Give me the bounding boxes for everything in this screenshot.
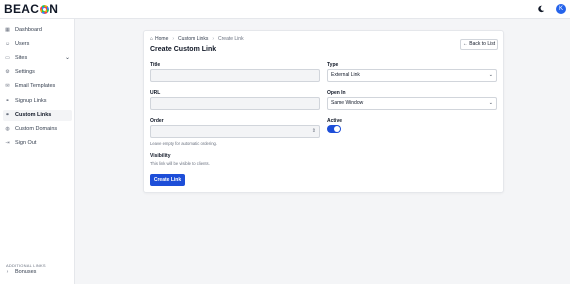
- chevron-down-icon: ⌄: [488, 72, 493, 78]
- brand-logo[interactable]: BEAC N: [4, 2, 58, 16]
- sidebar-item-users[interactable]: ☺ Users: [3, 39, 72, 50]
- sidebar-item-email-templates[interactable]: ✉ Email Templates: [3, 81, 72, 92]
- back-to-list-button[interactable]: ← Back to List: [460, 39, 498, 50]
- brand-logo-o-icon: [39, 5, 49, 14]
- url-input[interactable]: [150, 97, 320, 110]
- breadcrumb-current: Create Link: [218, 36, 244, 42]
- sidebar: ▦ Dashboard ☺ Users ▭ Sites ⌄ ⚙ Settings…: [0, 19, 75, 284]
- url-label: URL: [150, 90, 161, 96]
- toggle-knob: [334, 126, 340, 132]
- sidebar-item-custom-links[interactable]: ⚭ Custom Links: [3, 110, 72, 121]
- top-bar: BEAC N K: [0, 0, 570, 19]
- breadcrumb-parent[interactable]: Custom Links: [178, 36, 208, 42]
- chevron-down-icon[interactable]: ⌄: [65, 53, 70, 64]
- grid-icon: ▦: [5, 27, 10, 33]
- visibility-hint: This link will be visible to clients.: [150, 161, 210, 166]
- sidebar-item-label: Sites: [15, 55, 28, 61]
- link-icon: ⚭: [5, 112, 10, 118]
- active-toggle[interactable]: [327, 125, 341, 133]
- chevron-right-icon: ›: [212, 36, 215, 42]
- create-link-button[interactable]: Create Link: [150, 174, 185, 186]
- sidebar-item-label: Email Templates: [15, 83, 56, 89]
- order-hint: Leave empty for automatic ordering.: [150, 141, 218, 146]
- sidebar-item-label: Custom Domains: [15, 126, 58, 132]
- sidebar-item-label: Users: [15, 41, 30, 47]
- globe-icon: ◍: [5, 126, 10, 132]
- type-label: Type: [327, 62, 339, 68]
- sites-icon: ▭: [5, 55, 10, 61]
- signout-icon: ⇥: [5, 140, 10, 146]
- sidebar-item-label: Bonuses: [15, 269, 37, 275]
- gear-icon: ⚙: [5, 69, 10, 75]
- open-in-label: Open In: [327, 90, 346, 96]
- sidebar-item-settings[interactable]: ⚙ Settings: [3, 67, 72, 78]
- sidebar-item-sites[interactable]: ▭ Sites ⌄: [3, 53, 72, 64]
- user-avatar[interactable]: K: [556, 4, 566, 14]
- active-label: Active: [327, 118, 343, 124]
- title-input[interactable]: [150, 69, 320, 82]
- link-icon: ⚭: [5, 98, 10, 104]
- sidebar-item-dashboard[interactable]: ▦ Dashboard: [3, 25, 72, 36]
- open-in-select[interactable]: Same Window ⌄: [327, 97, 497, 110]
- title-label: Title: [150, 62, 161, 68]
- sidebar-item-signup-links[interactable]: ⚭ Signup Links: [3, 96, 72, 107]
- sidebar-item-label: Settings: [15, 69, 35, 75]
- sidebar-item-label: Dashboard: [15, 27, 42, 33]
- chevron-right-icon: ›: [172, 36, 175, 42]
- sidebar-item-label: Signup Links: [15, 98, 47, 104]
- chevron-down-icon: ⌄: [488, 100, 493, 106]
- moon-icon[interactable]: [537, 5, 545, 13]
- breadcrumb-home[interactable]: Home: [155, 36, 168, 42]
- chevron-right-icon: ›: [6, 269, 9, 275]
- create-link-card: ⌂ Home › Custom Links › Create Link Create Cu…: [143, 30, 504, 193]
- breadcrumb: ⌂ Home › Custom Links › Create Link: [150, 36, 244, 42]
- sidebar-item-label: Custom Links: [15, 112, 52, 118]
- type-select[interactable]: External Link ⌄: [327, 69, 497, 82]
- sidebar-item-sign-out[interactable]: ⇥ Sign Out: [3, 138, 72, 149]
- sidebar-item-custom-domains[interactable]: ◍ Custom Domains: [3, 124, 72, 135]
- page-title: Create Custom Link: [150, 46, 217, 53]
- home-icon: ⌂: [150, 36, 154, 42]
- stepper-icon[interactable]: ⇕: [312, 129, 316, 134]
- users-icon: ☺: [5, 41, 11, 47]
- order-input[interactable]: ⇕: [150, 125, 320, 138]
- sidebar-item-label: Sign Out: [15, 140, 37, 146]
- mail-icon: ✉: [5, 83, 10, 89]
- visibility-label: Visibility: [150, 153, 171, 159]
- sidebar-item-bonuses[interactable]: › Bonuses: [3, 267, 72, 278]
- order-label: Order: [150, 118, 164, 124]
